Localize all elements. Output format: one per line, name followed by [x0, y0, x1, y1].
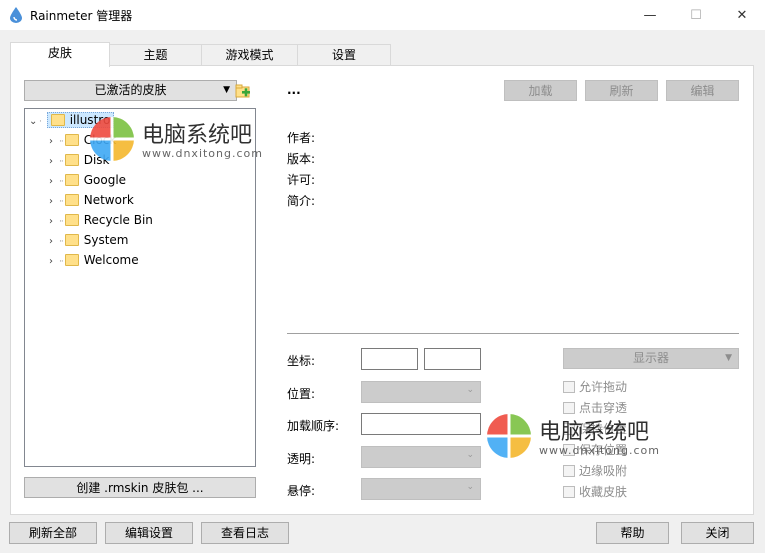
checkbox-label: 允许拖动	[579, 380, 628, 394]
active-skins-dropdown[interactable]: 已激活的皮肤 ▼	[24, 80, 237, 101]
active-skins-dropdown-label: 已激活的皮肤	[94, 83, 167, 97]
skin-name: ...	[287, 83, 301, 97]
tab-settings[interactable]: 设置	[297, 44, 391, 66]
chevron-right-icon: ›	[49, 136, 53, 147]
on-hover-label: 悬停:	[287, 484, 316, 498]
watermark: 电脑系统吧 www.dnxitong.com	[88, 115, 288, 165]
edit-button[interactable]: 编辑	[666, 80, 739, 101]
transparency-label: 透明:	[287, 452, 316, 466]
tree-item-welcome[interactable]: › ·· Welcome	[49, 250, 139, 270]
watermark-brand: 电脑系统吧	[539, 420, 650, 445]
chevron-down-icon: ▼	[725, 353, 732, 363]
title-bar: Rainmeter 管理器 — ☐ ✕	[0, 0, 765, 30]
tree-item-system[interactable]: › ·· System	[49, 230, 128, 250]
tree-item-label: Google	[83, 173, 127, 187]
description-label: 简介:	[287, 194, 316, 208]
checkbox-snap-to-edges[interactable]: 边缘吸附	[563, 463, 627, 479]
watermark-brand: 电脑系统吧	[142, 123, 253, 148]
display-monitor-label: 显示器	[632, 351, 669, 365]
tree-item-label: Recycle Bin	[83, 213, 153, 227]
maximize-button[interactable]: ☐	[673, 0, 719, 30]
checkbox-label: 收藏皮肤	[579, 485, 628, 499]
checkbox-box	[563, 380, 575, 393]
author-label: 作者:	[287, 131, 316, 145]
coords-label: 坐标:	[287, 354, 316, 368]
checkbox-box	[563, 485, 575, 498]
view-log-button[interactable]: 查看日志	[201, 522, 289, 544]
folder-icon	[64, 133, 79, 146]
help-button[interactable]: 帮助	[596, 522, 669, 544]
checkbox-favorite[interactable]: 收藏皮肤	[563, 484, 627, 500]
coord-y-field[interactable]	[424, 348, 481, 370]
folder-icon	[50, 113, 65, 126]
folder-icon	[64, 193, 79, 206]
chevron-down-icon: ⌄	[466, 450, 474, 460]
watermark-logo-icon	[90, 117, 134, 161]
rainmeter-manager-window: Rainmeter 管理器 — ☐ ✕ 皮肤 主题 游戏模式 设置 已激活的皮肤…	[0, 0, 765, 553]
checkbox-draggable[interactable]: 允许拖动	[563, 379, 627, 395]
folder-icon	[64, 213, 79, 226]
chevron-down-icon: ⌄	[29, 116, 38, 127]
tree-item-google[interactable]: › ·· Google	[49, 170, 126, 190]
create-rmskin-button[interactable]: 创建 .rmskin 皮肤包 ...	[24, 477, 256, 498]
load-button[interactable]: 加载	[504, 80, 577, 101]
load-order-field[interactable]	[361, 413, 481, 435]
refresh-button[interactable]: 刷新	[585, 80, 658, 101]
chevron-right-icon: ›	[49, 156, 53, 167]
watermark-url: www.dnxitong.com	[539, 444, 660, 457]
license-label: 许可:	[287, 173, 316, 187]
checkbox-label: 边缘吸附	[579, 464, 628, 478]
version-label: 版本:	[287, 152, 316, 166]
tree-item-label: System	[83, 233, 129, 247]
chevron-right-icon: ›	[49, 196, 53, 207]
chevron-right-icon: ›	[49, 176, 53, 187]
chevron-down-icon: ⌄	[466, 482, 474, 492]
tree-item-network[interactable]: › ·· Network	[49, 190, 134, 210]
transparency-dropdown[interactable]: ⌄	[361, 446, 481, 468]
folder-icon	[64, 173, 79, 186]
checkbox-box	[563, 464, 575, 477]
chevron-down-icon: ▼	[223, 85, 230, 95]
watermark: 电脑系统吧 www.dnxitong.com	[485, 412, 685, 462]
close-button[interactable]: 关闭	[681, 522, 754, 544]
tree-item-label: Welcome	[83, 253, 139, 267]
tab-themes[interactable]: 主题	[109, 44, 202, 66]
rainmeter-drop-icon	[10, 7, 22, 23]
load-order-label: 加载顺序:	[287, 419, 340, 433]
chevron-down-icon: ⌄	[466, 385, 474, 395]
add-folder-icon[interactable]	[235, 83, 251, 99]
tab-game-mode[interactable]: 游戏模式	[201, 44, 298, 66]
watermark-logo-icon	[487, 414, 531, 458]
coord-x-field[interactable]	[361, 348, 418, 370]
edit-settings-button[interactable]: 编辑设置	[105, 522, 193, 544]
chevron-right-icon: ›	[49, 216, 53, 227]
watermark-url: www.dnxitong.com	[142, 147, 263, 160]
close-window-button[interactable]: ✕	[719, 0, 765, 30]
refresh-all-button[interactable]: 刷新全部	[9, 522, 97, 544]
chevron-right-icon: ›	[49, 236, 53, 247]
divider	[287, 333, 739, 334]
position-label: 位置:	[287, 387, 316, 401]
window-title: Rainmeter 管理器	[30, 9, 133, 23]
folder-icon	[64, 153, 79, 166]
folder-icon	[64, 233, 79, 246]
chevron-right-icon: ›	[49, 256, 53, 267]
folder-icon	[64, 253, 79, 266]
display-monitor-dropdown[interactable]: 显示器 ▼	[563, 348, 739, 369]
tab-skins[interactable]: 皮肤	[10, 42, 110, 67]
on-hover-dropdown[interactable]: ⌄	[361, 478, 481, 500]
minimize-button[interactable]: —	[627, 0, 673, 30]
tree-item-label: Network	[83, 193, 134, 207]
position-dropdown[interactable]: ⌄	[361, 381, 481, 403]
tree-item-recycle-bin[interactable]: › ·· Recycle Bin	[49, 210, 153, 230]
